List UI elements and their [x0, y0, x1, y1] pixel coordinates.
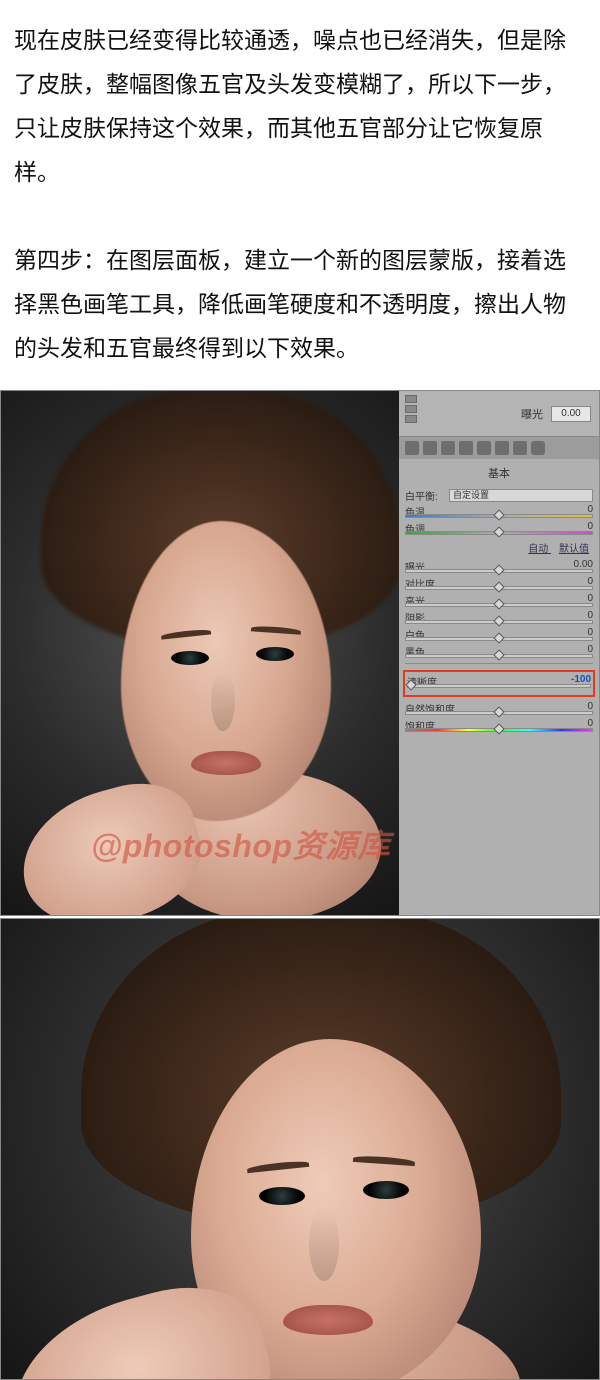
- top-param-value: 0.00: [551, 406, 591, 422]
- top-param-label: 曝光: [521, 406, 543, 422]
- auto-default-links: 自动 默认值: [405, 538, 593, 559]
- detail-tab-icon[interactable]: [441, 441, 455, 455]
- paragraph-2: 第四步：在图层面板，建立一个新的图层蒙版，接着选择黑色画笔工具，降低画笔硬度和不…: [14, 238, 586, 370]
- tint-slider[interactable]: 色调 0: [405, 521, 593, 536]
- basic-tab-icon[interactable]: [405, 441, 419, 455]
- histogram-thumbs-icon: [405, 395, 417, 423]
- lens-tab-icon[interactable]: [495, 441, 509, 455]
- watermark-text: @photoshop资源库: [91, 821, 390, 867]
- camera-raw-panel: 曝光 0.00 基本 白平衡: 自定设置 色温 0: [399, 391, 599, 915]
- whites-slider[interactable]: 白色 0: [405, 627, 593, 642]
- highlights-slider[interactable]: 高光 0: [405, 593, 593, 608]
- tutorial-text: 现在皮肤已经变得比较通透，噪点也已经消失，但是除了皮肤，整幅图像五官及头发变模糊…: [0, 0, 600, 390]
- basic-panel-title: 基本: [405, 465, 593, 481]
- shadows-slider[interactable]: 阴影 0: [405, 610, 593, 625]
- saturation-slider[interactable]: 饱和度 0: [405, 718, 593, 733]
- wb-label: 白平衡:: [405, 488, 445, 503]
- curve-tab-icon[interactable]: [423, 441, 437, 455]
- blacks-slider[interactable]: 黑色 0: [405, 644, 593, 659]
- screenshot-camera-raw: @photoshop资源库 曝光 0.00 基本 白平衡: 自定设置 色温: [0, 390, 600, 916]
- paragraph-1: 现在皮肤已经变得比较通透，噪点也已经消失，但是除了皮肤，整幅图像五官及头发变模糊…: [14, 18, 586, 194]
- wb-dropdown[interactable]: 自定设置: [449, 489, 593, 502]
- auto-link[interactable]: 自动: [528, 544, 548, 555]
- default-link[interactable]: 默认值: [559, 544, 589, 555]
- screenshot-final-result: [0, 918, 600, 1380]
- contrast-slider[interactable]: 对比度 0: [405, 576, 593, 591]
- fx-tab-icon[interactable]: [513, 441, 527, 455]
- panel-tab-strip: [399, 437, 599, 459]
- hsl-tab-icon[interactable]: [459, 441, 473, 455]
- clarity-slider[interactable]: 清晰度 -100: [407, 674, 591, 689]
- camera-tab-icon[interactable]: [531, 441, 545, 455]
- split-tab-icon[interactable]: [477, 441, 491, 455]
- vibrance-slider[interactable]: 自然饱和度 0: [405, 701, 593, 716]
- clarity-highlight-box: 清晰度 -100: [403, 670, 595, 697]
- exposure-slider[interactable]: 曝光 0.00: [405, 559, 593, 574]
- edited-photo-blurred: @photoshop资源库: [1, 391, 399, 915]
- temperature-slider[interactable]: 色温 0: [405, 504, 593, 519]
